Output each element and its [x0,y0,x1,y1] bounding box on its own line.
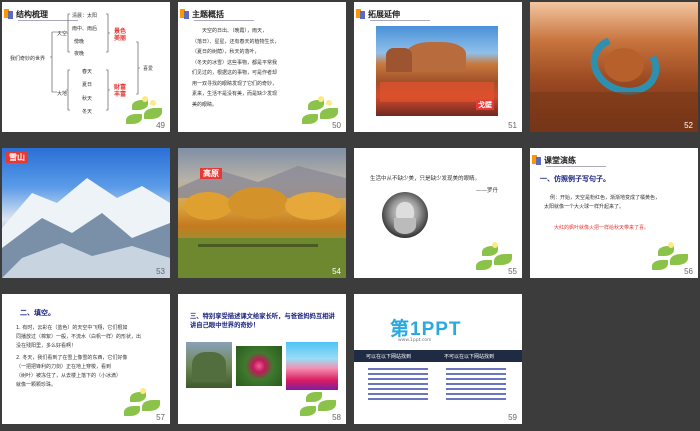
plateau-photo: 高原 [178,148,346,278]
header-icon [532,155,541,165]
title-underline [194,20,254,21]
branch-sky: 天空 [57,31,68,37]
slide-58[interactable]: 三、特别享受描述课文给家长听，与爸爸妈妈互相讲讲自己眼中世界的奇妙！ 58 [178,294,346,424]
slide-title: 拓展延伸 [368,9,400,19]
earth-item: 冬天 [82,109,93,115]
exercise-heading: 二、填空。 [20,309,55,317]
link-list-right[interactable] [446,368,506,400]
slide-title: 主题概括 [192,9,224,19]
slide-52[interactable]: 52 [530,2,698,132]
fill-blank-line: 同播放过（棉絮）一般，不流水（白帆一样）的形状，出 [16,334,142,340]
header-icon [180,9,189,19]
sky-result: 景色美丽 [114,28,127,42]
slide-55[interactable]: 生活中从不缺少美，只是缺少发现美的眼睛。 ——罗丹 55 [354,148,522,278]
link-list-left[interactable] [368,368,428,400]
slide-54[interactable]: 高原 54 [178,148,346,278]
sky-item: 清晨：太阳 [72,13,98,19]
slide-number: 58 [332,413,341,422]
final-result: 喜爱 [143,66,154,72]
fill-blank-line: （一把把锋利的刀剑）正在地上穿梭，看到 [16,364,112,370]
sky-item: 傍晚 [74,39,85,45]
slide-49[interactable]: 结构梳理 我们奇妙的世界 天空 大地 清晨：太阳 雨中、雨后 傍晚 夜晚 春天 … [2,2,170,132]
portrait-photo [382,192,428,238]
slide-57[interactable]: 二、填空。 1. 有时，云彩在（蓝色）的天空中飞翔，它们根如 同播放过（棉絮）一… [2,294,170,424]
flower-photo [236,346,282,386]
photo-caption: 戈壁 [476,100,494,110]
title-underline [370,20,430,21]
exercise-heading: 一、仿照例子写句子。 [540,175,610,183]
canyon-photo [530,2,698,132]
slide-title: 课堂演练 [544,155,576,165]
quote-text: 生活中从不缺少美，只是缺少发现美的眼睛。 [370,176,481,182]
photo-caption: 高原 [200,168,222,179]
banner-left-title: 可以在以下网站找到 [366,354,412,360]
slide-number: 57 [156,413,165,422]
mountain-photo [186,342,232,388]
example-line: 太阳就像一个大火球一样升起来了。 [544,204,625,210]
slide-number: 49 [156,121,165,130]
fill-blank-line: 2. 冬天，我们看到了在雪上像雪的东西，它们好像 [16,355,128,361]
slide-59[interactable]: 第1PPT www.1ppt.com 可以在以下网站找到 不可以在以下网站找到 … [354,294,522,424]
slide-number: 55 [508,267,517,276]
sky-item: 夜晚 [74,51,85,57]
slide-number: 50 [332,121,341,130]
summary-line: 们见过的，根据这的事物，可是作者却 [192,70,278,76]
example-line: 例：开始，天空是粉红色，渐渐地变成了橘黄色， [550,195,661,201]
fill-blank-line: 1. 有时，云彩在（蓝色）的天空中飞翔，它们根如 [16,325,128,331]
slide-51[interactable]: 拓展延伸 戈壁 51 [354,2,522,132]
title-underline [546,166,606,167]
gobi-photo: 戈壁 [376,26,498,116]
earth-item: 秋天 [82,96,93,102]
slide-number: 56 [684,267,693,276]
slide-number: 51 [508,121,517,130]
fill-blank-line: 没在残阳里，多么好看啊！ [16,343,77,349]
header-icon [356,9,365,19]
slide-56[interactable]: 课堂演练 一、仿照例子写句子。 例：开始，天空是粉红色，渐渐地变成了橘黄色， 太… [530,148,698,278]
slide-number: 53 [156,267,165,276]
slide-number: 52 [684,121,693,130]
diagram-root: 我们奇妙的世界 [10,56,46,62]
slide-number: 59 [508,413,517,422]
snow-mountain-photo: 雪山 [2,148,170,278]
exercise-task: 大红的枫叶就像火把一样给秋天带来了喜。 [554,225,650,231]
quote-author: ——罗丹 [476,188,499,194]
photo-caption: 雪山 [6,152,28,163]
summary-line: 天空的日出、（晚霞），雨天， [202,28,268,34]
summary-line: （冬天的冰雪）这些事物，都是平常我 [192,59,278,66]
slide-50[interactable]: 主题概括 天空的日出、（晚霞），雨天， （落日）、星星，还有春天的植物生长， （… [178,2,346,132]
summary-line: （落日）、星星，还有春天的植物生长， [192,38,280,45]
earth-item: 春天 [82,69,93,75]
summary-line: （夏日的树荫），秋天的落叶， [192,49,260,55]
earth-item: 夏日 [82,82,93,88]
logo-url: www.1ppt.com [398,338,432,343]
ppt-logo: 第1PPT [390,319,462,340]
exercise-heading: 三、特别享受描述课文给家长听，与爸爸妈妈互相讲讲自己眼中世界的奇妙！ [190,313,335,329]
banner-right-title: 不可以在以下网站找到 [444,354,495,360]
slide-number: 54 [332,267,341,276]
link-banner: 可以在以下网站找到 不可以在以下网站找到 [354,350,522,362]
branch-earth: 大地 [57,91,68,97]
sky-item: 雨中、雨后 [72,26,98,32]
slide-53[interactable]: 雪山 53 [2,148,170,278]
